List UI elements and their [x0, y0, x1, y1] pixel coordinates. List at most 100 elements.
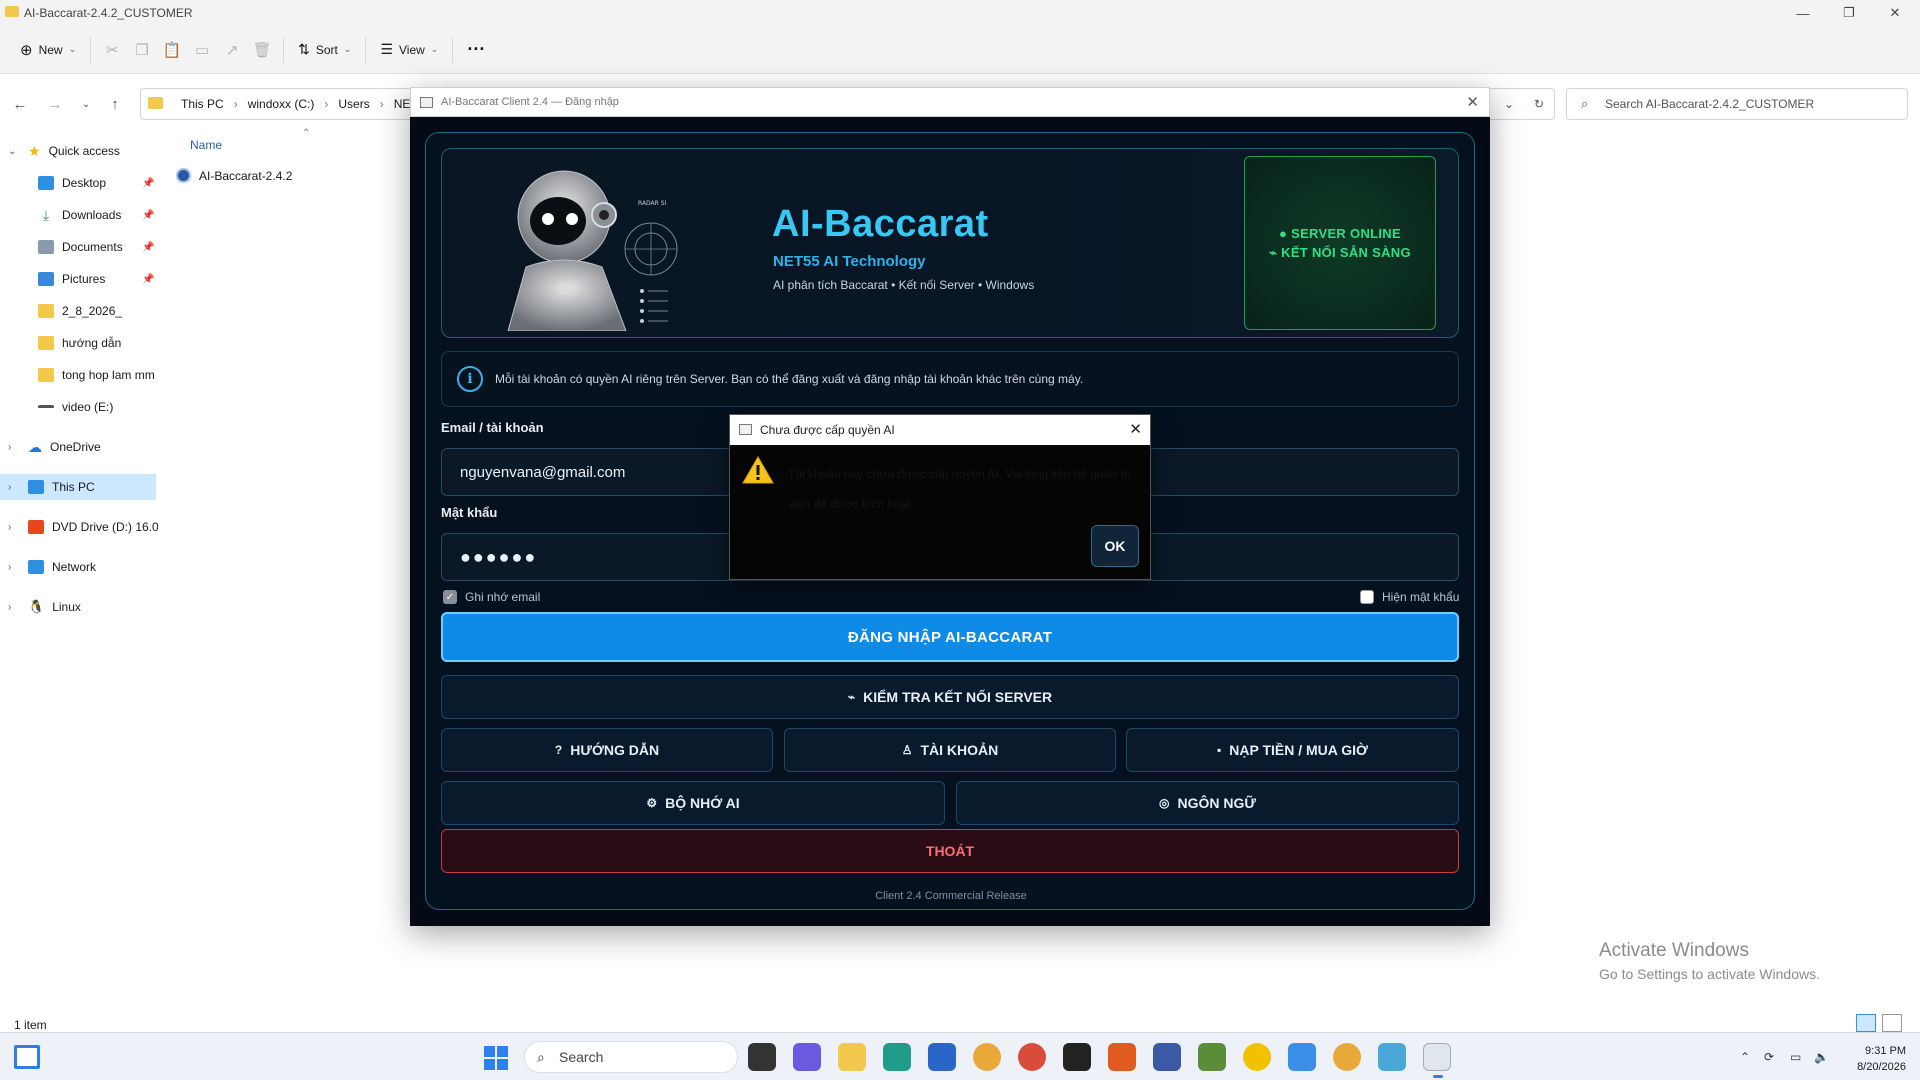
remote-desktop-icon[interactable] [1153, 1043, 1181, 1071]
rename-icon[interactable]: ▭ [187, 34, 217, 66]
tools-icon[interactable] [1198, 1043, 1226, 1071]
chrome-icon[interactable] [973, 1043, 1001, 1071]
terminal-icon[interactable] [1063, 1043, 1091, 1071]
folder-icon [38, 304, 54, 318]
show-hidden-icons[interactable]: ⌃ [1740, 1033, 1750, 1080]
language-button[interactable]: ◎ NGÔN NGỮ [956, 781, 1459, 825]
up-arrow-icon[interactable]: ↑ [103, 92, 127, 116]
forward-arrow-icon[interactable]: → [43, 92, 67, 116]
sidebar-item-folder[interactable]: 2_8_2026_ [0, 298, 158, 324]
app-yellow-icon[interactable] [1243, 1043, 1271, 1071]
paste-icon[interactable]: 📋 [157, 34, 187, 66]
edge-icon[interactable] [883, 1043, 911, 1071]
column-header-name[interactable]: Name ⌃ [190, 128, 310, 152]
task-view-icon[interactable] [748, 1043, 776, 1071]
more-button[interactable]: ··· [459, 34, 493, 66]
breadcrumb-users[interactable]: Users [338, 97, 369, 111]
sidebar-item-documents[interactable]: Documents 📌 [0, 234, 158, 260]
sidebar-item-quick-access[interactable]: ⌄ ★ Quick access [0, 138, 158, 164]
sidebar-item-this-pc[interactable]: › This PC [0, 474, 156, 500]
drive-icon [38, 405, 54, 409]
sidebar-item-desktop[interactable]: Desktop 📌 [0, 170, 158, 196]
remember-email-checkbox[interactable]: ✓ Ghi nhớ email [443, 590, 540, 604]
guide-button[interactable]: ? HƯỚNG DẪN [441, 728, 773, 772]
widgets-icon[interactable] [14, 1045, 40, 1069]
sidebar-item-folder[interactable]: hướng dẫn [0, 330, 158, 356]
sidebar-item-linux[interactable]: › 🐧 Linux [0, 594, 158, 620]
explorer-toolbar: ⊕ New ⌄ ✂ ❐ 📋 ▭ ↗ 🗑 ⇅ Sort ⌄ ☰ View ⌄ ··… [0, 26, 1920, 74]
back-arrow-icon[interactable]: ← [8, 92, 32, 116]
notepad-icon[interactable] [1288, 1043, 1316, 1071]
breadcrumb-this-pc[interactable]: This PC [181, 97, 224, 111]
close-icon[interactable]: ✕ [1129, 420, 1142, 438]
sidebar-item-network[interactable]: › Network [0, 554, 158, 580]
ok-button[interactable]: OK [1091, 525, 1139, 567]
sidebar-item-dvd-drive[interactable]: › DVD Drive (D:) 16.0.5 [0, 514, 158, 540]
sidebar-item-downloads[interactable]: ⤓ Downloads 📌 [0, 202, 158, 228]
explorer-search-input[interactable]: ⌕ Search AI-Baccarat-2.4.2_CUSTOMER [1566, 88, 1908, 120]
network-app-icon[interactable] [1378, 1043, 1406, 1071]
chat-icon[interactable] [793, 1043, 821, 1071]
plus-circle-icon: ⊕ [20, 41, 33, 59]
breadcrumb-chevron-icon: › [324, 97, 329, 111]
sort-button[interactable]: ⇅ Sort ⌄ [290, 34, 359, 66]
clock[interactable]: 9:31 PM 8/20/2026 [1836, 1043, 1906, 1075]
store-icon[interactable] [928, 1043, 956, 1071]
version-footer: Client 2.4 Commercial Release [875, 890, 1027, 902]
show-password-checkbox[interactable]: Hiện mật khẩu [1360, 590, 1459, 604]
office-icon [28, 520, 44, 534]
breadcrumb-drive[interactable]: windoxx (C:) [248, 97, 315, 111]
sidebar-item-video-drive[interactable]: video (E:) [0, 394, 158, 420]
tiles-view-icon[interactable] [1882, 1014, 1902, 1032]
new-button[interactable]: ⊕ New ⌄ [12, 34, 84, 66]
start-button[interactable] [484, 1046, 508, 1070]
topup-button[interactable]: ▪ NẠP TIỀN / MUA GIỜ [1126, 728, 1459, 772]
ai-memory-button[interactable]: ⚙ BỘ NHỚ AI [441, 781, 945, 825]
sidebar-item-onedrive[interactable]: › ☁ OneDrive [0, 434, 158, 460]
details-view-icon[interactable] [1856, 1014, 1876, 1032]
connection-icon: ⌁ [847, 690, 856, 704]
account-button[interactable]: ♙ TÀI KHOẢN [784, 728, 1116, 772]
breadcrumb-chevron-icon: › [379, 97, 384, 111]
chevron-down-icon: ⌄ [68, 44, 77, 54]
maximize-button[interactable]: ❐ [1826, 0, 1872, 26]
taskbar-search-input[interactable]: ⌕ Search [524, 1041, 738, 1073]
close-icon[interactable]: ✕ [1466, 93, 1479, 111]
list-item[interactable]: AI-Baccarat-2.4.2 [176, 168, 292, 183]
toolbar-separator [90, 36, 92, 63]
chrome-icon[interactable] [1333, 1043, 1361, 1071]
password-label: Mật khẩu [441, 505, 498, 520]
radar-label: RADAR SI [638, 200, 667, 207]
app-orange-icon[interactable] [1108, 1043, 1136, 1071]
refresh-icon[interactable]: ↻ [1534, 97, 1544, 111]
check-server-button[interactable]: ⌁ KIỂM TRA KẾT NỐI SERVER [441, 675, 1459, 719]
exit-button[interactable]: THOÁT [441, 829, 1459, 873]
delete-icon[interactable]: 🗑 [247, 34, 277, 66]
info-notice: i Mỗi tài khoản có quyền AI riêng trên S… [441, 351, 1459, 407]
copy-icon[interactable]: ❐ [127, 34, 157, 66]
sync-icon[interactable]: ⟳ [1764, 1033, 1774, 1080]
display-icon[interactable]: ▭ [1790, 1033, 1801, 1080]
address-dropdown-icon[interactable]: ⌄ [1504, 97, 1514, 111]
navigation-pane: ⌄ ★ Quick access Desktop 📌 ⤓ Downloads 📌… [0, 138, 158, 1008]
cut-icon[interactable]: ✂ [97, 34, 127, 66]
pin-icon: 📌 [142, 177, 155, 189]
sidebar-item-pictures[interactable]: Pictures 📌 [0, 266, 158, 292]
minimize-button[interactable]: — [1780, 0, 1826, 26]
view-button[interactable]: ☰ View ⌄ [372, 34, 446, 66]
server-status-badge: ● SERVER ONLINE ⌁ KẾT NỐI SẴN SÀNG [1244, 156, 1436, 330]
file-explorer-icon[interactable] [838, 1043, 866, 1071]
activate-windows-watermark: Activate Windows Go to Settings to activ… [1599, 940, 1820, 982]
chrome-profile-icon[interactable] [1018, 1043, 1046, 1071]
volume-icon[interactable]: 🔈 [1814, 1033, 1829, 1080]
ai-baccarat-taskbar-icon[interactable] [1423, 1043, 1451, 1078]
sidebar-item-folder[interactable]: tong hop lam mm [0, 362, 158, 388]
close-button[interactable]: ✕ [1872, 0, 1918, 26]
recent-chevron-icon[interactable]: ⌄ [74, 92, 98, 116]
share-icon[interactable]: ↗ [217, 34, 247, 66]
dialog-message: Tài khoản này chưa được cấp quyền AI. Vu… [788, 467, 1131, 511]
login-button[interactable]: ĐĂNG NHẬP AI-BACCARAT [441, 612, 1459, 662]
breadcrumb-chevron-icon: › [233, 97, 238, 111]
search-icon: ⌕ [1581, 96, 1589, 111]
hero-banner: RADAR SI AI-Baccarat NET55 AI Technology… [441, 148, 1459, 338]
